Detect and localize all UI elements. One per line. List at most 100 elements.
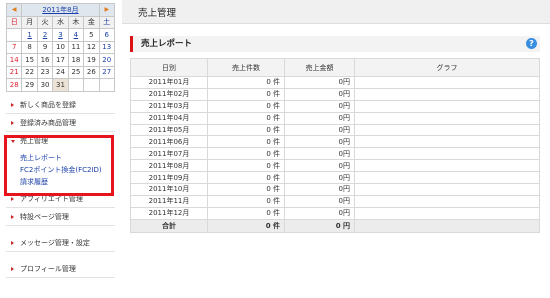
calendar-day <box>98 78 116 92</box>
calendar-day: 8 <box>21 40 38 54</box>
weekday-header: 月 <box>21 15 38 29</box>
row-count: 0 件 <box>207 159 285 173</box>
weekday-header: 火 <box>36 15 54 29</box>
row-month: 2011年03月 <box>130 99 208 113</box>
row-amount: 0円 <box>284 171 355 185</box>
row-amount: 0円 <box>284 159 355 173</box>
sidebar: ◀ 2011年8月 ▶ 日 月 火 水 木 金 土 1 2 3 4 5 6 7 … <box>0 0 118 298</box>
row-amount: 0円 <box>284 135 355 149</box>
row-count: 0 件 <box>207 99 285 113</box>
row-month: 2011年07月 <box>130 147 208 161</box>
section-header: 売上レポート ? <box>130 36 540 52</box>
calendar-day: 30 <box>36 78 54 92</box>
row-count: 0 件 <box>207 111 285 125</box>
row-count: 0 件 <box>207 171 285 185</box>
table-row: 2011年09月 0 件 0円 <box>130 171 540 185</box>
table-total-row: 合計 0 件 0 円 <box>130 218 540 233</box>
sidebar-item-new-product[interactable]: 新しく商品を登録 <box>6 96 115 114</box>
row-count: 0 件 <box>207 183 285 196</box>
sidebar-item-profile[interactable]: プロフィール管理 <box>6 260 115 278</box>
weekday-header: 土 <box>98 15 116 29</box>
column-header-count: 売上件数 <box>207 58 285 77</box>
column-header-graph: グラフ <box>354 58 540 77</box>
calendar-day: 23 <box>36 65 54 79</box>
row-amount: 0円 <box>284 111 355 125</box>
calendar-day: 21 <box>5 65 23 79</box>
row-graph <box>354 87 540 101</box>
table-row: 2011年03月 0 件 0円 <box>130 99 540 113</box>
row-graph <box>354 99 540 113</box>
table-row: 2011年06月 0 件 0円 <box>130 135 540 149</box>
row-month: 2011年08月 <box>130 159 208 173</box>
calendar-day: 14 <box>5 53 23 67</box>
row-graph <box>354 194 540 208</box>
calendar-day: 29 <box>21 78 38 92</box>
calendar-day: 12 <box>83 40 100 54</box>
sidebar-item-registered-products[interactable]: 登録済み商品管理 <box>6 114 115 132</box>
table-row: 2011年10月 0 件 0円 <box>130 183 540 196</box>
calendar-day-link[interactable]: 1 <box>21 28 38 42</box>
row-graph <box>354 183 540 196</box>
calendar-day: 28 <box>5 78 23 92</box>
calendar-day-link[interactable]: 4 <box>67 28 85 42</box>
table-row: 2011年02月 0 件 0円 <box>130 87 540 101</box>
row-count: 0 件 <box>207 123 285 137</box>
calendar-month-label[interactable]: 2011年8月 <box>21 3 100 17</box>
row-amount: 0円 <box>284 183 355 196</box>
main-content: 売上管理 売上レポート ? 日別 売上件数 売上金額 グラフ 2011年01月 0… <box>122 0 550 298</box>
row-graph <box>354 159 540 173</box>
calendar-day-link[interactable]: 3 <box>52 28 69 42</box>
calendar-prev-icon[interactable]: ◀ <box>5 3 23 17</box>
row-count: 0 件 <box>207 194 285 208</box>
table-row: 2011年07月 0 件 0円 <box>130 147 540 161</box>
sidebar-item-messages[interactable]: メッセージ管理・設定 <box>6 234 115 252</box>
table-row: 2011年05月 0 件 0円 <box>130 123 540 137</box>
calendar-day: 26 <box>83 65 100 79</box>
row-graph <box>354 171 540 185</box>
row-count: 0 件 <box>207 147 285 161</box>
row-graph <box>354 76 540 89</box>
row-month: 2011年11月 <box>130 194 208 208</box>
weekday-header: 水 <box>52 15 69 29</box>
row-month: 2011年10月 <box>130 183 208 196</box>
calendar-next-icon[interactable]: ▶ <box>98 3 116 17</box>
row-month: 2011年01月 <box>130 76 208 89</box>
help-icon[interactable]: ? <box>526 38 537 49</box>
row-count: 0 件 <box>207 87 285 101</box>
calendar-day: 11 <box>67 40 85 54</box>
table-row: 2011年04月 0 件 0円 <box>130 111 540 125</box>
calendar-day: 25 <box>67 65 85 79</box>
row-amount: 0円 <box>284 206 355 220</box>
calendar-day: 15 <box>21 53 38 67</box>
row-graph <box>354 147 540 161</box>
total-graph <box>354 218 540 233</box>
row-graph <box>354 135 540 149</box>
highlight-box <box>4 135 114 196</box>
row-graph <box>354 111 540 125</box>
calendar-day-link[interactable]: 2 <box>36 28 54 42</box>
row-month: 2011年12月 <box>130 206 208 220</box>
sidebar-item-special-page[interactable]: 特設ページ管理 <box>6 208 115 226</box>
calendar-day: 5 <box>83 28 100 42</box>
row-month: 2011年06月 <box>130 135 208 149</box>
weekday-header: 木 <box>67 15 85 29</box>
calendar-day: 22 <box>21 65 38 79</box>
row-amount: 0円 <box>284 194 355 208</box>
calendar-day: 27 <box>98 65 116 79</box>
row-month: 2011年09月 <box>130 171 208 185</box>
calendar-day: 7 <box>5 40 23 54</box>
calendar-day <box>67 78 85 92</box>
row-count: 0 件 <box>207 135 285 149</box>
row-count: 0 件 <box>207 76 285 89</box>
row-amount: 0円 <box>284 123 355 137</box>
weekday-header: 金 <box>83 15 100 29</box>
table-row: 2011年11月 0 件 0円 <box>130 194 540 208</box>
row-month: 2011年05月 <box>130 123 208 137</box>
calendar-day <box>83 78 100 92</box>
calendar-day: 18 <box>67 53 85 67</box>
calendar-day: 13 <box>98 40 116 54</box>
calendar-day: 17 <box>52 53 69 67</box>
calendar: ◀ 2011年8月 ▶ 日 月 火 水 木 金 土 1 2 3 4 5 6 7 … <box>5 3 116 92</box>
calendar-day: 16 <box>36 53 54 67</box>
table-row: 2011年08月 0 件 0円 <box>130 159 540 173</box>
